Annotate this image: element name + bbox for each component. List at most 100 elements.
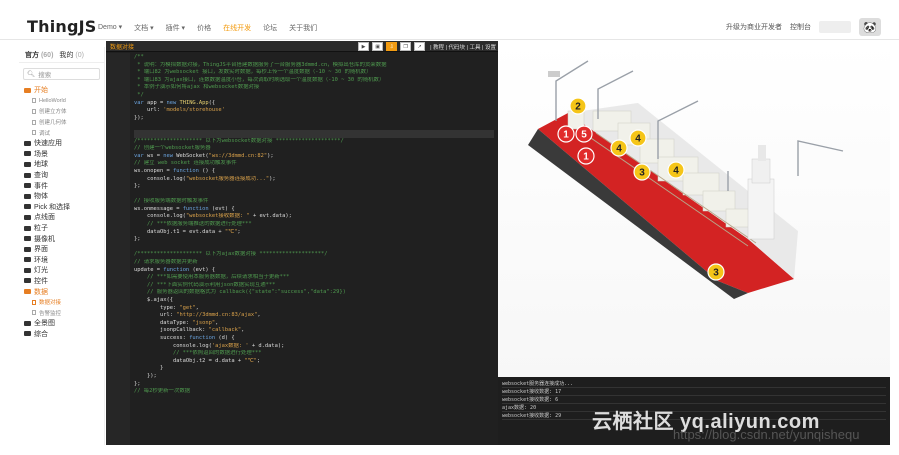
tree-folder[interactable]: Pick 和选择 bbox=[24, 202, 104, 213]
code-line[interactable]: 3 * 端口82 为websocket 接口，发数实时数据，每秒上传一个温度数据… bbox=[134, 69, 494, 77]
code-line[interactable]: 30 // ***如需要使用本服务器数据，后续请求相当于更新*** bbox=[134, 274, 494, 282]
tab-official[interactable]: 官方 (60) bbox=[25, 50, 53, 60]
code-line[interactable]: 42 } bbox=[134, 365, 494, 373]
code-line[interactable]: 8 url: 'models/storehouse' bbox=[134, 107, 494, 115]
code-line[interactable]: 35 url: "http://3dmmd.cn:83/ajax", bbox=[134, 312, 494, 320]
code-line[interactable]: 26 bbox=[134, 244, 494, 252]
tree-folder[interactable]: 事件 bbox=[24, 180, 104, 191]
code-line[interactable]: 28// 请求服务器数据并更新 bbox=[134, 259, 494, 267]
code-line[interactable]: 23 // ***依据服务端推送的数据进行处理*** bbox=[134, 221, 494, 229]
code-line[interactable]: 20// 接收服务端数据时触发事件 bbox=[134, 198, 494, 206]
code-line[interactable]: 4 * 端口83 为ajax接口，连数数据温度小仓，每次调取时刷选取一个温度数据… bbox=[134, 77, 494, 85]
alarm-marker[interactable]: 1 bbox=[557, 125, 575, 143]
code-line[interactable]: 21ws.onmessage = function (evt) { bbox=[134, 206, 494, 214]
code-line[interactable]: 41 dataObj.t2 = d.data + "℃"; bbox=[134, 358, 494, 366]
3d-viewport[interactable]: 2 1 5 4 4 1 3 4 3 bbox=[498, 41, 890, 377]
tree-folder[interactable]: 查询 bbox=[24, 170, 104, 181]
code-line[interactable]: 7var app = new THING.App({ bbox=[134, 100, 494, 108]
code-line[interactable]: 36 dataType: "jsonp", bbox=[134, 320, 494, 328]
code-line[interactable]: 27/******************** 以下为ajax数据对接 ****… bbox=[134, 251, 494, 259]
tree-leaf[interactable]: 创建立方体 bbox=[24, 106, 104, 117]
code-line[interactable]: 40 // ***依照返回的数据进行处理*** bbox=[134, 350, 494, 358]
code-line[interactable]: 45// 每2秒更新一次数据 bbox=[134, 388, 494, 396]
tree-folder[interactable]: 摄像机 bbox=[24, 233, 104, 244]
tree-leaf[interactable]: 数据对接 bbox=[24, 297, 104, 308]
code-line[interactable]: 2 * 说明：为模拟数据对接，ThingJS平台搭建数据服务了一台服务器3dmm… bbox=[134, 62, 494, 70]
code-editor[interactable]: 数据对接 ▶ ▣ ⇩ ❐ ↗ | 教程 | 代码块 | 工具 | 设置 1/**… bbox=[106, 41, 498, 445]
tree-folder[interactable]: 界面 bbox=[24, 244, 104, 255]
code-line[interactable]: 22 console.log("websocket接收数据: " + evt.d… bbox=[134, 213, 494, 221]
tree-folder[interactable]: 场景 bbox=[24, 149, 104, 160]
editor-links[interactable]: | 教程 | 代码块 | 工具 | 设置 bbox=[430, 43, 496, 51]
code-line[interactable]: 9}); bbox=[134, 115, 494, 123]
nav-item[interactable]: 插件 ▾ bbox=[166, 23, 185, 33]
tree-leaf[interactable]: 创建几何体 bbox=[24, 117, 104, 128]
code-line[interactable]: 43 }); bbox=[134, 373, 494, 381]
code-line[interactable]: 31 // ***下面实例代码演示利用json数据实现互通*** bbox=[134, 282, 494, 290]
tree-folder[interactable]: 综合 bbox=[24, 329, 104, 340]
tree-leaf[interactable]: 调试 bbox=[24, 127, 104, 138]
download-icon[interactable]: ⇩ bbox=[386, 42, 398, 51]
alarm-marker[interactable]: 4 bbox=[667, 161, 685, 179]
code-lines[interactable]: 1/**2 * 说明：为模拟数据对接，ThingJS平台搭建数据服务了一台服务器… bbox=[134, 54, 494, 396]
tree-folder[interactable]: 全景图 bbox=[24, 318, 104, 329]
code-line[interactable]: 38 success: function (d) { bbox=[134, 335, 494, 343]
code-line[interactable]: 14var ws = new WebSocket("ws://3dmmd.cn:… bbox=[134, 153, 494, 161]
alarm-marker[interactable]: 3 bbox=[707, 263, 725, 281]
code-line[interactable]: 37 jsonpCallback: "callback", bbox=[134, 327, 494, 335]
search-input[interactable]: 🔍︎ 搜索 bbox=[23, 68, 100, 80]
code-line[interactable]: 17 console.log("websocket服务器连接成功..."); bbox=[134, 176, 494, 184]
tab-mine[interactable]: 我的 (0) bbox=[59, 50, 84, 60]
logo[interactable]: ThingJS bbox=[27, 17, 97, 36]
nav-item[interactable]: 价格 bbox=[197, 23, 211, 33]
share-icon[interactable]: ↗ bbox=[414, 42, 426, 51]
alarm-marker[interactable]: 3 bbox=[633, 163, 651, 181]
code-line[interactable]: 44}; bbox=[134, 381, 494, 389]
ship-scene[interactable]: 2 1 5 4 4 1 3 4 3 bbox=[498, 41, 890, 377]
tree-folder[interactable]: 控件 bbox=[24, 276, 104, 287]
tree-folder[interactable]: 粒子 bbox=[24, 223, 104, 234]
code-line[interactable]: 33 $.ajax({ bbox=[134, 297, 494, 305]
tree-folder[interactable]: 点线面 bbox=[24, 212, 104, 223]
code-line[interactable]: 16ws.onopen = function () { bbox=[134, 168, 494, 176]
code-line[interactable]: 1/** bbox=[134, 54, 494, 62]
code-line[interactable]: 29update = function (evt) { bbox=[134, 267, 494, 275]
tree-leaf[interactable]: 告警监控 bbox=[24, 307, 104, 318]
save-icon[interactable]: ▣ bbox=[372, 42, 384, 51]
code-line[interactable]: 32 // 服务器返回的数据格式为 callback({"state":"suc… bbox=[134, 289, 494, 297]
nav-item[interactable]: 关于我们 bbox=[289, 23, 317, 33]
code-line[interactable]: 13// 创建一个websocket服务器 bbox=[134, 145, 494, 153]
copy-icon[interactable]: ❐ bbox=[400, 42, 412, 51]
nav-item[interactable]: 论坛 bbox=[263, 23, 277, 33]
console-link[interactable]: 控制台 bbox=[790, 22, 811, 32]
nav-item[interactable]: Demo ▾ bbox=[98, 23, 122, 33]
code-line[interactable]: 25}; bbox=[134, 236, 494, 244]
tree-folder[interactable]: 环境 bbox=[24, 255, 104, 266]
code-line[interactable]: 10 bbox=[134, 122, 494, 130]
code-line[interactable]: 18}; bbox=[134, 183, 494, 191]
code-line[interactable]: 19 bbox=[134, 191, 494, 199]
tree-folder[interactable]: 快速应用 bbox=[24, 138, 104, 149]
tree-folder[interactable]: 地球 bbox=[24, 159, 104, 170]
code-line[interactable]: 12/******************** 以下为websocket数据对接… bbox=[134, 138, 494, 146]
run-icon[interactable]: ▶ bbox=[358, 42, 370, 51]
alarm-marker[interactable]: 2 bbox=[569, 97, 587, 115]
nav-item[interactable]: 文档 ▾ bbox=[134, 23, 153, 33]
code-line[interactable]: 5 * 本例子演示如何将ajax 和websocket数据对接 bbox=[134, 84, 494, 92]
code-line[interactable]: 6 */ bbox=[134, 92, 494, 100]
code-line[interactable]: 24 dataObj.t1 = evt.data + "℃"; bbox=[134, 229, 494, 237]
code-line[interactable]: 15// 建立 web socket 连接成功触发事件 bbox=[134, 160, 494, 168]
alarm-marker[interactable]: 1 bbox=[577, 147, 595, 165]
tree-leaf[interactable]: HelloWorld bbox=[24, 96, 104, 107]
tree-folder[interactable]: 灯光 bbox=[24, 265, 104, 276]
code-line[interactable]: 39 console.log('ajax数据: ' + d.data); bbox=[134, 343, 494, 351]
alarm-marker[interactable]: 4 bbox=[610, 139, 628, 157]
code-line[interactable]: 34 type: "get", bbox=[134, 305, 494, 313]
tree-folder[interactable]: 物体 bbox=[24, 191, 104, 202]
alarm-marker[interactable]: 4 bbox=[629, 129, 647, 147]
nav-item[interactable]: 在线开发 bbox=[223, 23, 251, 33]
tree-folder[interactable]: 开始 bbox=[24, 85, 104, 96]
alarm-marker[interactable]: 5 bbox=[575, 125, 593, 143]
upgrade-link[interactable]: 升级为商业开发者 bbox=[726, 22, 782, 32]
avatar[interactable]: 🐼 bbox=[859, 18, 881, 36]
